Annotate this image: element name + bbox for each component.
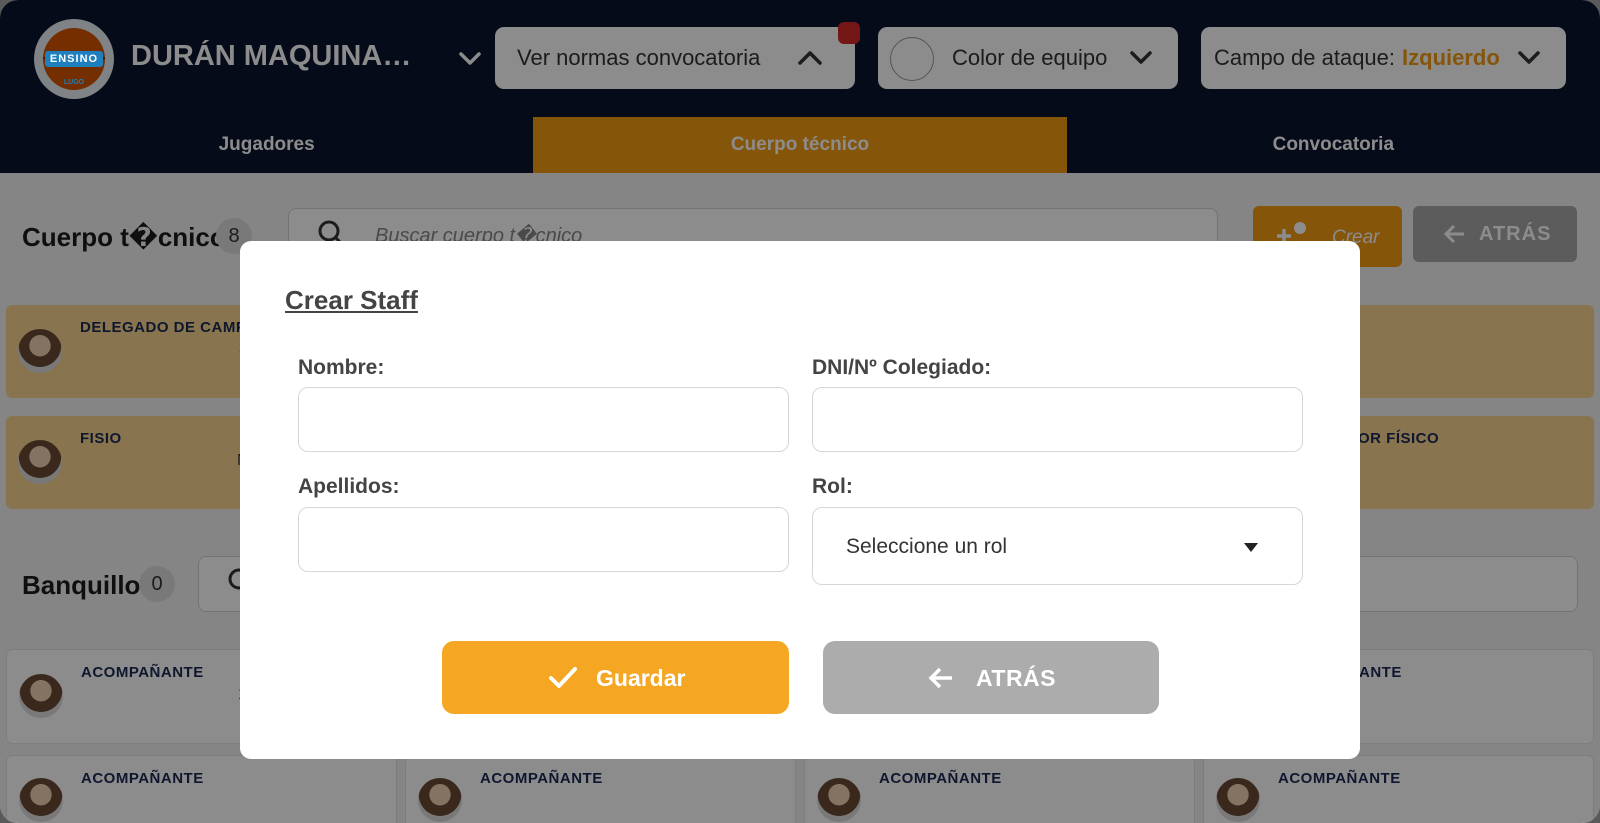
arrow-left-icon	[928, 667, 952, 689]
rol-label: Rol:	[812, 475, 853, 498]
app-window: ENSINO LUGO DURÁN MAQUINARI... Ver norma…	[0, 0, 1600, 823]
apellidos-field[interactable]	[298, 507, 789, 572]
save-button[interactable]: Guardar	[442, 641, 789, 714]
nombre-field[interactable]	[298, 387, 789, 452]
modal-title: Crear Staff	[285, 285, 418, 315]
rol-selected-value: Seleccione un rol	[846, 535, 1008, 558]
nombre-label: Nombre:	[298, 356, 385, 379]
save-label: Guardar	[596, 665, 686, 691]
logo-text: ENSINO	[44, 51, 104, 67]
caret-down-icon	[1244, 543, 1258, 552]
apellidos-label: Apellidos:	[298, 475, 400, 498]
create-staff-modal: Crear Staff Nombre: DNI/Nº Colegiado: Ap…	[240, 241, 1360, 759]
check-icon	[549, 667, 577, 688]
rol-select[interactable]: Seleccione un rol	[812, 507, 1303, 585]
logo-subtext: LUGO	[63, 79, 85, 86]
modal-back-label: ATRÁS	[976, 665, 1057, 691]
dni-label: DNI/Nº Colegiado:	[812, 356, 992, 379]
dni-field[interactable]	[812, 387, 1303, 452]
modal-back-button[interactable]: ATRÁS	[823, 641, 1159, 714]
